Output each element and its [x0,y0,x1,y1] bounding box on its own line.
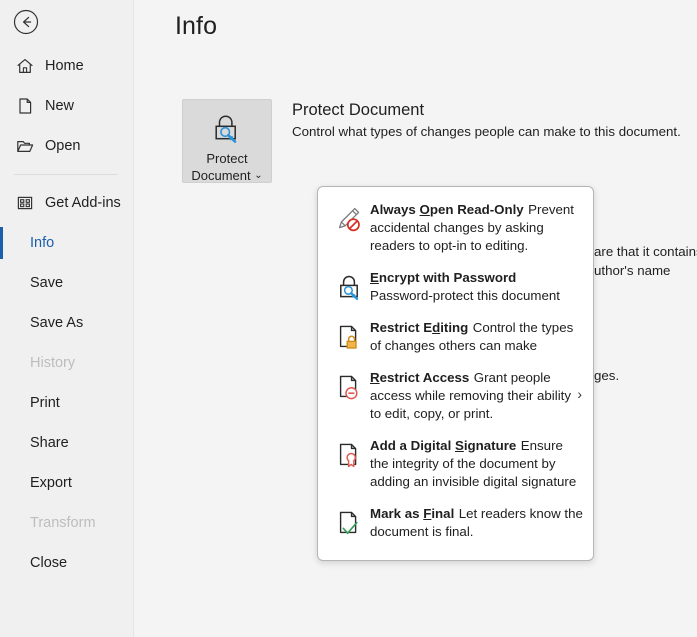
document-green-check-icon [330,505,368,541]
add-ins-grid-icon [14,192,36,214]
background-text-line-2: uthor's name [594,263,671,278]
menu-item-always-open-read-only[interactable]: Always Open Read-Only Prevent accidental… [318,195,593,263]
sidebar-item-export[interactable]: Export [0,463,134,503]
sidebar-item-label: Share [30,435,69,451]
menu-item-restrict-editing[interactable]: Restrict Editing Control the types of ch… [318,313,593,363]
menu-item-restrict-access[interactable]: Restrict Access Grant people access whil… [318,363,593,431]
sidebar-item-label: Close [30,555,68,571]
menu-item-mark-as-final[interactable]: Mark as Final Let readers know the docum… [318,499,593,549]
sidebar-item-label: Export [30,475,72,491]
padlock-key-icon [330,269,368,305]
sidebar-item-close[interactable]: Close [0,543,134,583]
sidebar-item-label: Save As [30,315,84,331]
sidebar-item-info[interactable]: Info [0,223,134,263]
chevron-right-icon: › [577,386,582,402]
lock-with-key-icon [209,111,245,145]
open-folder-icon [14,135,36,157]
selection-indicator [0,227,3,259]
background-text-line-1: are that it contains: [594,244,697,259]
protect-button-line-1: Protect [206,151,248,166]
menu-item-encrypt-with-password[interactable]: Encrypt with Password Password-protect t… [318,263,593,313]
menu-item-title: Always Open Read-Only [370,202,524,217]
protect-document-heading: Protect Document [292,101,425,119]
menu-item-title: Restrict Editing [370,320,469,335]
sidebar-item-share[interactable]: Share [0,423,134,463]
page-title: Info [175,12,218,40]
sidebar-item-label: Save [30,275,64,291]
menu-item-description: Password-protect this document [370,288,560,303]
sidebar-item-label: Home [45,58,84,74]
sidebar-item-get-add-ins[interactable]: Get Add-ins [0,183,134,223]
menu-item-body: Always Open Read-Only Prevent accidental… [368,201,583,255]
new-page-icon [14,95,36,117]
protect-document-menu: Always Open Read-Only Prevent accidental… [317,186,594,561]
sidebar-divider [14,174,118,175]
sidebar-item-history: History [0,343,134,383]
document-orange-lock-icon [330,319,368,355]
menu-item-body: Mark as Final Let readers know the docum… [368,505,583,541]
sidebar-nav-list: Home New Open Get Add-ins Info Save Save… [0,46,134,583]
backstage-view: Home New Open Get Add-ins Info Save Save… [0,0,697,637]
menu-item-add-digital-signature[interactable]: Add a Digital Signature Ensure the integ… [318,431,593,499]
sidebar-item-label: Print [30,395,60,411]
menu-item-title: Encrypt with Password [370,270,517,285]
menu-item-body: Encrypt with Password Password-protect t… [368,269,583,305]
sidebar-item-transform: Transform [0,503,134,543]
menu-item-body: Restrict Access Grant people access whil… [368,369,583,423]
sidebar-item-save[interactable]: Save [0,263,134,303]
sidebar-item-label: Transform [30,515,96,531]
home-icon [14,55,36,77]
sidebar-item-label: Get Add-ins [45,195,121,211]
menu-item-title: Restrict Access [370,370,470,385]
chevron-down-icon: ⌄ [254,170,263,181]
back-arrow-circle-icon [13,9,39,35]
background-text-line-3: ges. [594,368,620,383]
sidebar-item-label: New [45,98,75,114]
document-red-ribbon-icon [330,437,368,491]
sidebar-item-new[interactable]: New [0,86,134,126]
sidebar-item-label: Open [45,138,81,154]
protect-document-button[interactable]: Protect Document ⌄ [182,99,272,183]
menu-item-body: Add a Digital Signature Ensure the integ… [368,437,583,491]
sidebar-item-print[interactable]: Print [0,383,134,423]
protect-document-button-label: Protect Document ⌄ [191,150,262,184]
sidebar-item-save-as[interactable]: Save As [0,303,134,343]
document-red-block-icon [330,369,368,423]
sidebar-item-home[interactable]: Home [0,46,134,86]
sidebar-item-open[interactable]: Open [0,126,134,166]
sidebar-item-label: Info [30,235,55,251]
backstage-sidebar: Home New Open Get Add-ins Info Save Save… [0,0,134,637]
protect-document-description: Control what types of changes people can… [292,124,681,139]
menu-item-title: Add a Digital Signature [370,438,517,453]
protect-button-line-2: Document [191,168,251,183]
menu-item-title: Mark as Final [370,506,455,521]
menu-item-body: Restrict Editing Control the types of ch… [368,319,583,355]
info-pane: Info are that it contains: uthor's name … [135,0,697,637]
pencil-no-entry-icon [330,201,368,255]
sidebar-item-label: History [30,355,76,371]
back-button[interactable] [10,6,42,38]
